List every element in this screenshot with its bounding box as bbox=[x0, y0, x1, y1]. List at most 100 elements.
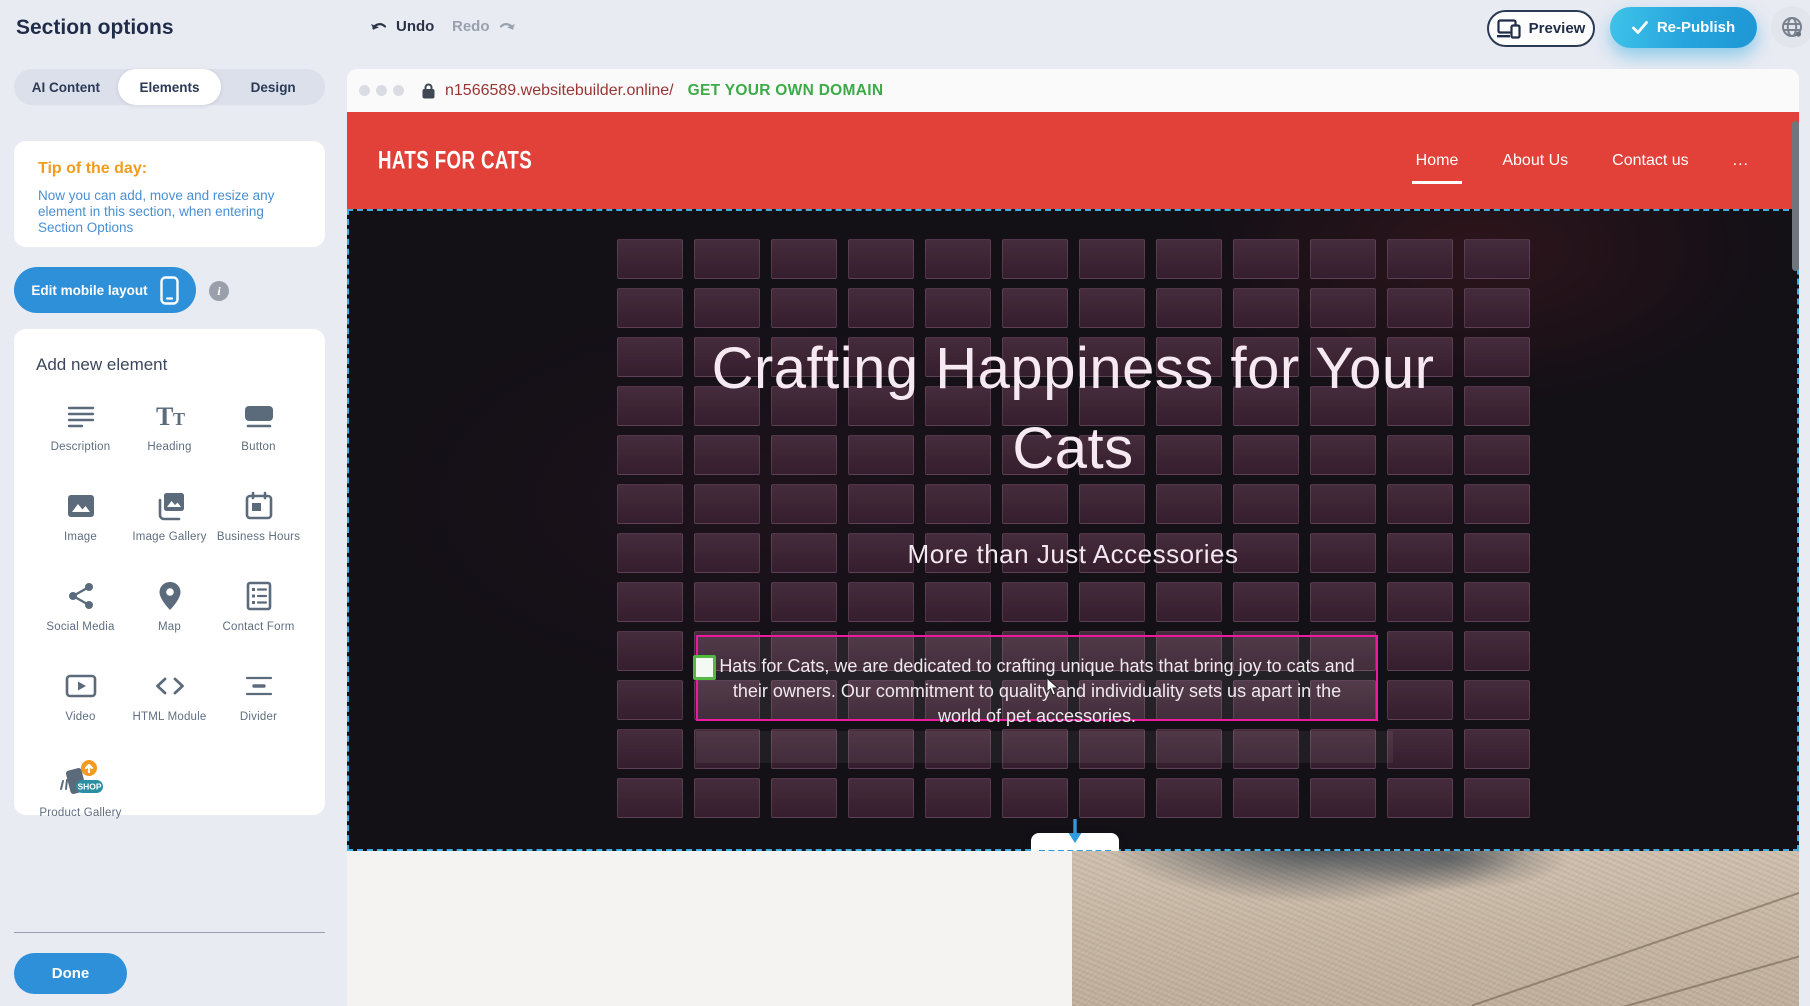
element-product-gallery[interactable]: SHOP Product Gallery bbox=[36, 759, 125, 827]
hero-description[interactable]: Hats for Cats, we are dedicated to craft… bbox=[718, 654, 1356, 729]
tip-heading: Tip of the day: bbox=[38, 160, 301, 178]
svg-text:T: T bbox=[173, 409, 185, 429]
panel-tabbar: AI Content Elements Design bbox=[14, 69, 325, 105]
map-pin-icon bbox=[153, 579, 187, 613]
window-dots bbox=[359, 85, 404, 96]
pavement-image bbox=[1072, 851, 1799, 1006]
element-label: Contact Form bbox=[222, 621, 294, 635]
redo-button[interactable]: Redo bbox=[452, 18, 516, 35]
tab-elements[interactable]: Elements bbox=[118, 69, 222, 105]
nav-more-button[interactable]: ... bbox=[1733, 152, 1749, 170]
element-button[interactable]: Button bbox=[214, 399, 303, 467]
element-html-module[interactable]: HTML Module bbox=[125, 669, 214, 737]
next-section[interactable] bbox=[347, 851, 1799, 1006]
nav-home[interactable]: Home bbox=[1416, 146, 1459, 176]
tab-ai-content[interactable]: AI Content bbox=[14, 69, 118, 105]
language-globe-button[interactable] bbox=[1771, 6, 1810, 48]
element-label: Image Gallery bbox=[132, 531, 206, 545]
tip-body: Now you can add, move and resize any ele… bbox=[38, 188, 301, 236]
element-label: Divider bbox=[240, 711, 277, 725]
canvas-scrollbar[interactable] bbox=[1792, 121, 1799, 271]
svg-text:T: T bbox=[156, 402, 173, 431]
element-label: Image bbox=[64, 531, 97, 545]
arrow-down-icon bbox=[1067, 819, 1083, 845]
devices-icon bbox=[1497, 19, 1521, 38]
element-label: Map bbox=[158, 621, 181, 635]
nav-contact-us[interactable]: Contact us bbox=[1612, 146, 1688, 176]
get-domain-link[interactable]: GET YOUR OWN DOMAIN bbox=[688, 82, 884, 100]
browser-bar: n1566589.websitebuilder.online/ GET YOUR… bbox=[347, 69, 1799, 112]
info-icon[interactable]: i bbox=[209, 281, 229, 301]
element-drag-handle[interactable] bbox=[693, 655, 716, 680]
add-element-panel: Add new element Description T T Heading … bbox=[14, 329, 325, 815]
image-icon bbox=[64, 489, 98, 523]
phone-icon bbox=[160, 276, 179, 305]
image-gallery-icon bbox=[153, 489, 187, 523]
contact-form-icon bbox=[242, 579, 276, 613]
undo-icon bbox=[370, 20, 389, 34]
element-divider[interactable]: Divider bbox=[214, 669, 303, 737]
button-icon bbox=[242, 399, 276, 433]
video-icon bbox=[64, 669, 98, 703]
description-icon bbox=[64, 399, 98, 433]
element-video[interactable]: Video bbox=[36, 669, 125, 737]
element-map[interactable]: Map bbox=[125, 579, 214, 647]
element-label: Button bbox=[241, 441, 275, 455]
hover-highlight-strip bbox=[696, 731, 1393, 763]
page-title: Section options bbox=[16, 16, 174, 40]
nav-about-us[interactable]: About Us bbox=[1502, 146, 1568, 176]
undo-label: Undo bbox=[396, 18, 434, 35]
tab-design[interactable]: Design bbox=[221, 69, 325, 105]
pavement-joint-line bbox=[1621, 951, 1799, 1006]
mouse-cursor-icon bbox=[1046, 677, 1060, 697]
site-logo[interactable]: HATS FOR CATS bbox=[378, 146, 532, 175]
shop-badge: SHOP bbox=[77, 782, 101, 792]
edit-mobile-layout-button[interactable]: Edit mobile layout bbox=[14, 267, 196, 313]
pavement-joint-line bbox=[1471, 887, 1799, 1006]
site-header[interactable]: HATS FOR CATS Home About Us Contact us .… bbox=[347, 112, 1799, 209]
hero-heading[interactable]: Crafting Happiness for Your Cats bbox=[683, 329, 1463, 489]
element-label: Social Media bbox=[46, 621, 114, 635]
element-grid: Description T T Heading Button Image bbox=[36, 399, 303, 827]
site-url[interactable]: n1566589.websitebuilder.online/ bbox=[445, 82, 674, 100]
hero-section-selected[interactable]: Crafting Happiness for Your Cats More th… bbox=[347, 209, 1799, 851]
business-hours-icon bbox=[242, 489, 276, 523]
redo-label: Redo bbox=[452, 18, 490, 35]
element-label: Video bbox=[65, 711, 95, 725]
add-element-title: Add new element bbox=[36, 355, 303, 375]
lock-icon bbox=[422, 83, 435, 99]
product-gallery-icon: SHOP bbox=[58, 759, 104, 799]
element-label: HTML Module bbox=[133, 711, 207, 725]
republish-button[interactable]: Re-Publish bbox=[1610, 7, 1757, 48]
element-heading[interactable]: T T Heading bbox=[125, 399, 214, 467]
description-element-selected[interactable]: Hats for Cats, we are dedicated to craft… bbox=[696, 635, 1378, 721]
redo-icon bbox=[497, 20, 516, 34]
social-media-icon bbox=[64, 579, 98, 613]
heading-icon: T T bbox=[153, 399, 187, 433]
republish-label: Re-Publish bbox=[1657, 19, 1735, 36]
element-social-media[interactable]: Social Media bbox=[36, 579, 125, 647]
element-image-gallery[interactable]: Image Gallery bbox=[125, 489, 214, 557]
sidebar-divider bbox=[14, 932, 325, 933]
element-image[interactable]: Image bbox=[36, 489, 125, 557]
globe-icon bbox=[1780, 15, 1804, 39]
check-icon bbox=[1632, 21, 1648, 34]
element-contact-form[interactable]: Contact Form bbox=[214, 579, 303, 647]
undo-button[interactable]: Undo bbox=[370, 18, 434, 35]
element-description[interactable]: Description bbox=[36, 399, 125, 467]
preview-label: Preview bbox=[1529, 20, 1586, 37]
site-canvas: n1566589.websitebuilder.online/ GET YOUR… bbox=[347, 69, 1799, 1006]
done-button[interactable]: Done bbox=[14, 953, 127, 994]
divider-icon bbox=[242, 669, 276, 703]
site-nav: Home About Us Contact us ... bbox=[1416, 146, 1749, 176]
element-label: Product Gallery bbox=[39, 807, 121, 821]
edit-mobile-label: Edit mobile layout bbox=[31, 283, 147, 298]
code-icon bbox=[153, 669, 187, 703]
preview-button[interactable]: Preview bbox=[1487, 10, 1595, 47]
element-label: Business Hours bbox=[217, 531, 300, 545]
hero-subheading[interactable]: More than Just Accessories bbox=[349, 539, 1797, 570]
tip-of-the-day-card: Tip of the day: Now you can add, move an… bbox=[14, 141, 325, 247]
element-business-hours[interactable]: Business Hours bbox=[214, 489, 303, 557]
element-label: Heading bbox=[147, 441, 191, 455]
element-label: Description bbox=[51, 441, 111, 455]
